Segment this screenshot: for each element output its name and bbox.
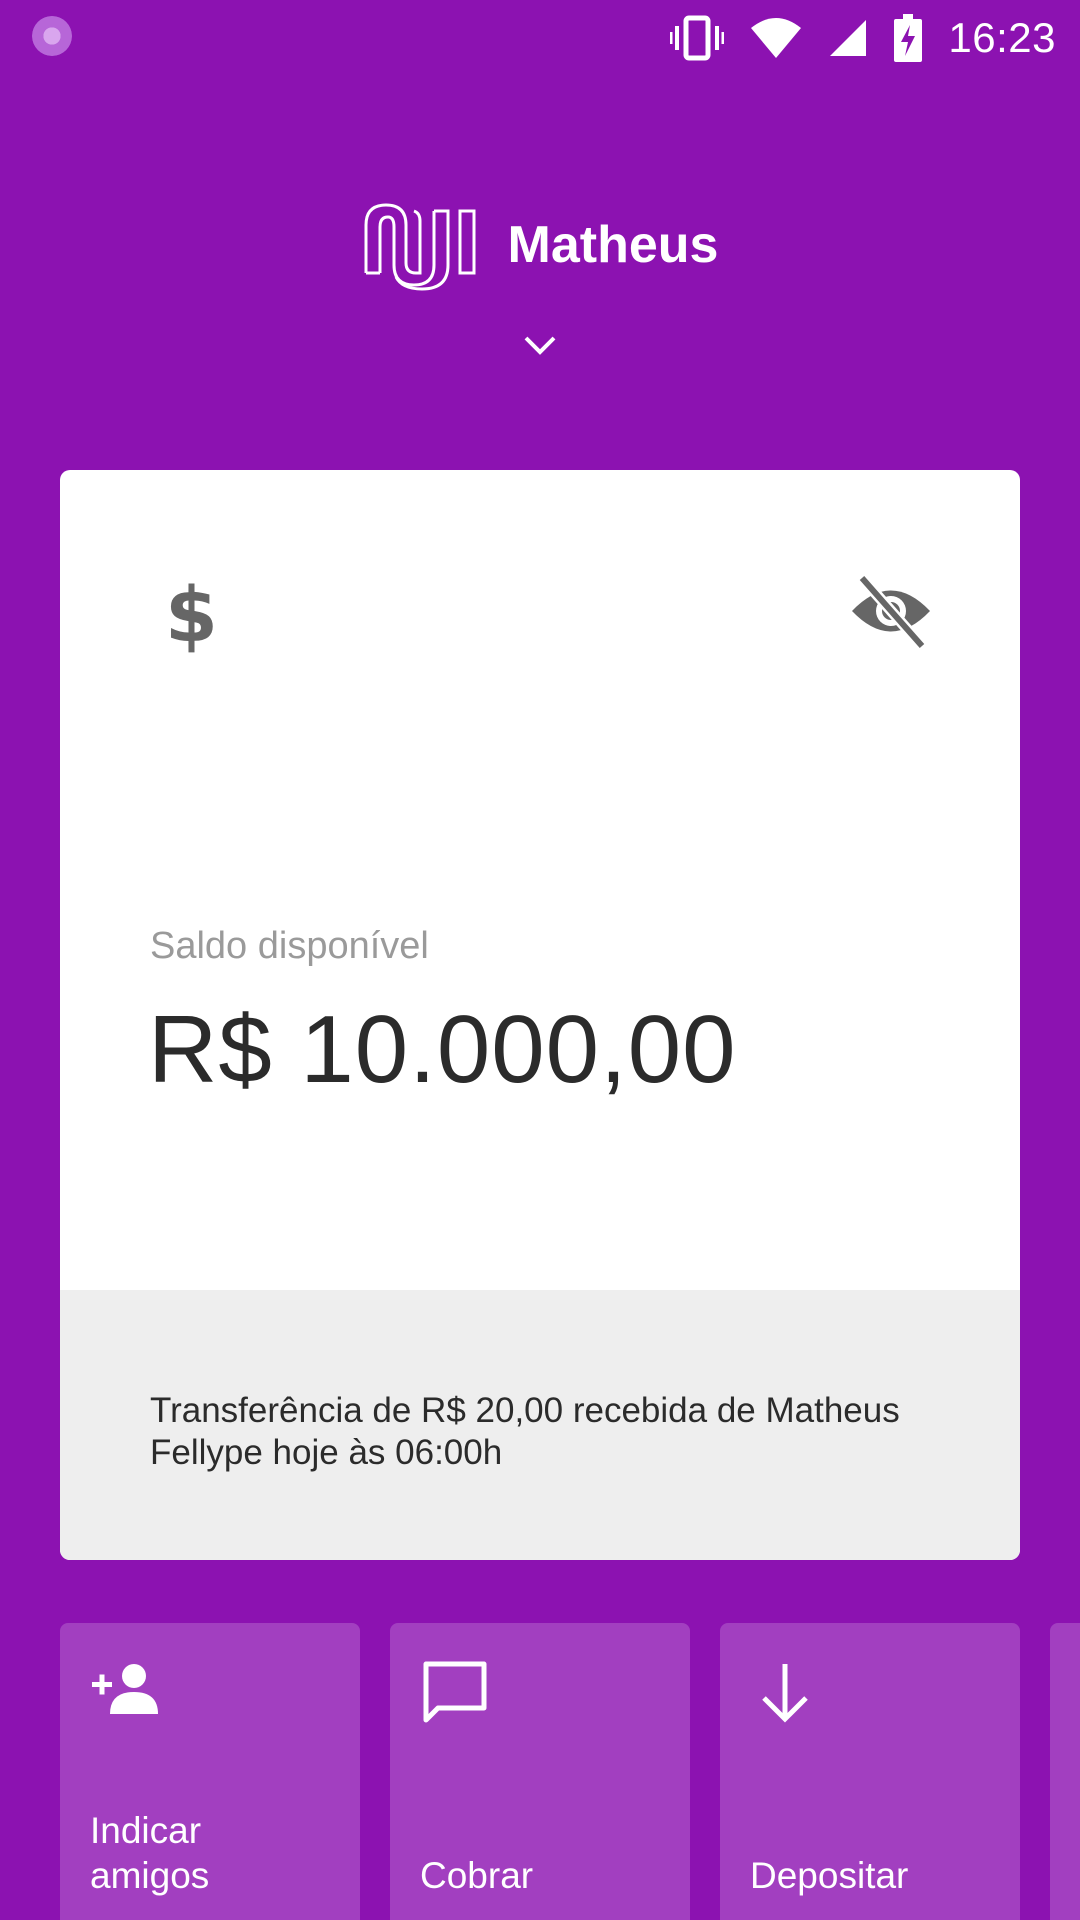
cobrar-button[interactable]: Cobrar <box>390 1623 690 1920</box>
battery-charging-icon <box>894 14 923 62</box>
account-header[interactable]: Matheus <box>0 190 1080 300</box>
status-time: 16:23 <box>948 14 1056 61</box>
tile-label: Indicar amigos <box>90 1810 210 1896</box>
user-name: Matheus <box>507 216 719 274</box>
app-notification-icon <box>32 16 72 56</box>
person-add-icon <box>92 1664 158 1714</box>
balance-card[interactable]: $ Saldo disponível R$ 10.000,00 Transfer… <box>60 470 1020 1560</box>
chat-bubble-icon <box>423 1661 487 1723</box>
last-activity-banner[interactable]: Transferência de R$ 20,00 recebida de Ma… <box>60 1290 1020 1560</box>
balance-value: R$ 10.000,00 <box>148 996 737 1103</box>
arrow-down-icon <box>762 1664 808 1723</box>
dollar-icon: $ <box>165 570 218 659</box>
vibrate-icon <box>670 15 725 61</box>
tile-label: Depositar <box>750 1855 909 1896</box>
nu-logo <box>364 203 476 291</box>
nubank-home-screen: 16:23 Matheus $ Saldo disponível R$ 10.0… <box>0 0 1080 1920</box>
action-shortcuts: Indicar amigos Cobrar Depositar <box>60 1623 1080 1920</box>
next-action-tile[interactable] <box>1050 1623 1080 1920</box>
chevron-down-icon[interactable] <box>522 330 558 358</box>
tile-label: Cobrar <box>420 1855 534 1896</box>
status-bar: 16:23 <box>0 0 1080 75</box>
eye-off-icon[interactable] <box>850 570 932 652</box>
wifi-icon <box>751 18 802 58</box>
cell-signal-icon <box>830 20 867 56</box>
last-activity-text: Transferência de R$ 20,00 recebida de Ma… <box>150 1391 900 1472</box>
indicar-amigos-button[interactable]: Indicar amigos <box>60 1623 360 1920</box>
balance-label: Saldo disponível <box>150 925 429 967</box>
status-icons: 16:23 <box>670 10 1056 66</box>
depositar-button[interactable]: Depositar <box>720 1623 1020 1920</box>
